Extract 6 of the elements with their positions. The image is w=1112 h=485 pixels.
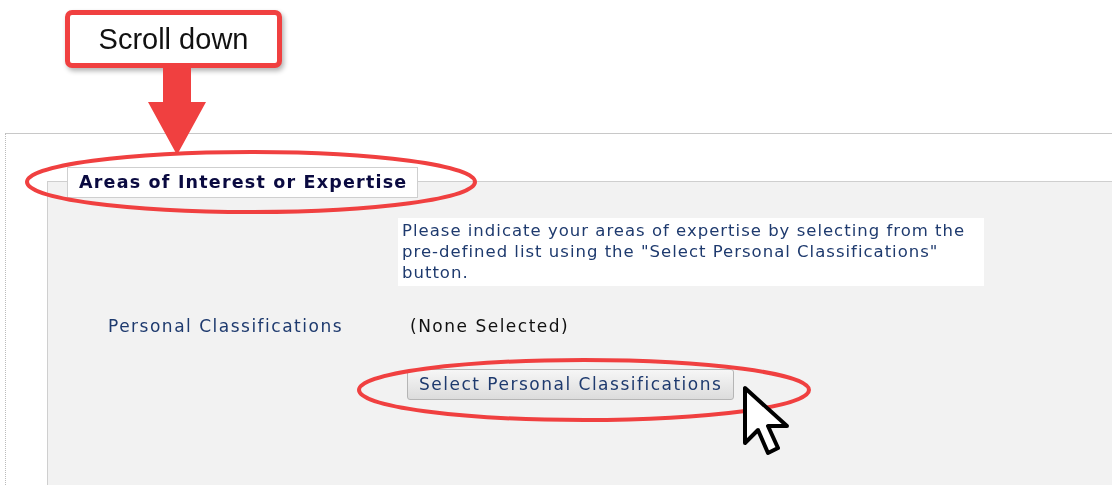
field-value: (None Selected) — [410, 316, 571, 336]
callout-label: Scroll down — [65, 10, 282, 68]
section-heading: Areas of Interest or Expertise — [67, 167, 419, 198]
select-button[interactable]: Select Personal Classifications — [407, 369, 735, 400]
field-label: Personal Classifications — [108, 316, 344, 336]
instructions-text: Please indicate your areas of expertise by selecting from the pre-defined list using the "Select Personal Classifications" button. — [398, 218, 984, 286]
